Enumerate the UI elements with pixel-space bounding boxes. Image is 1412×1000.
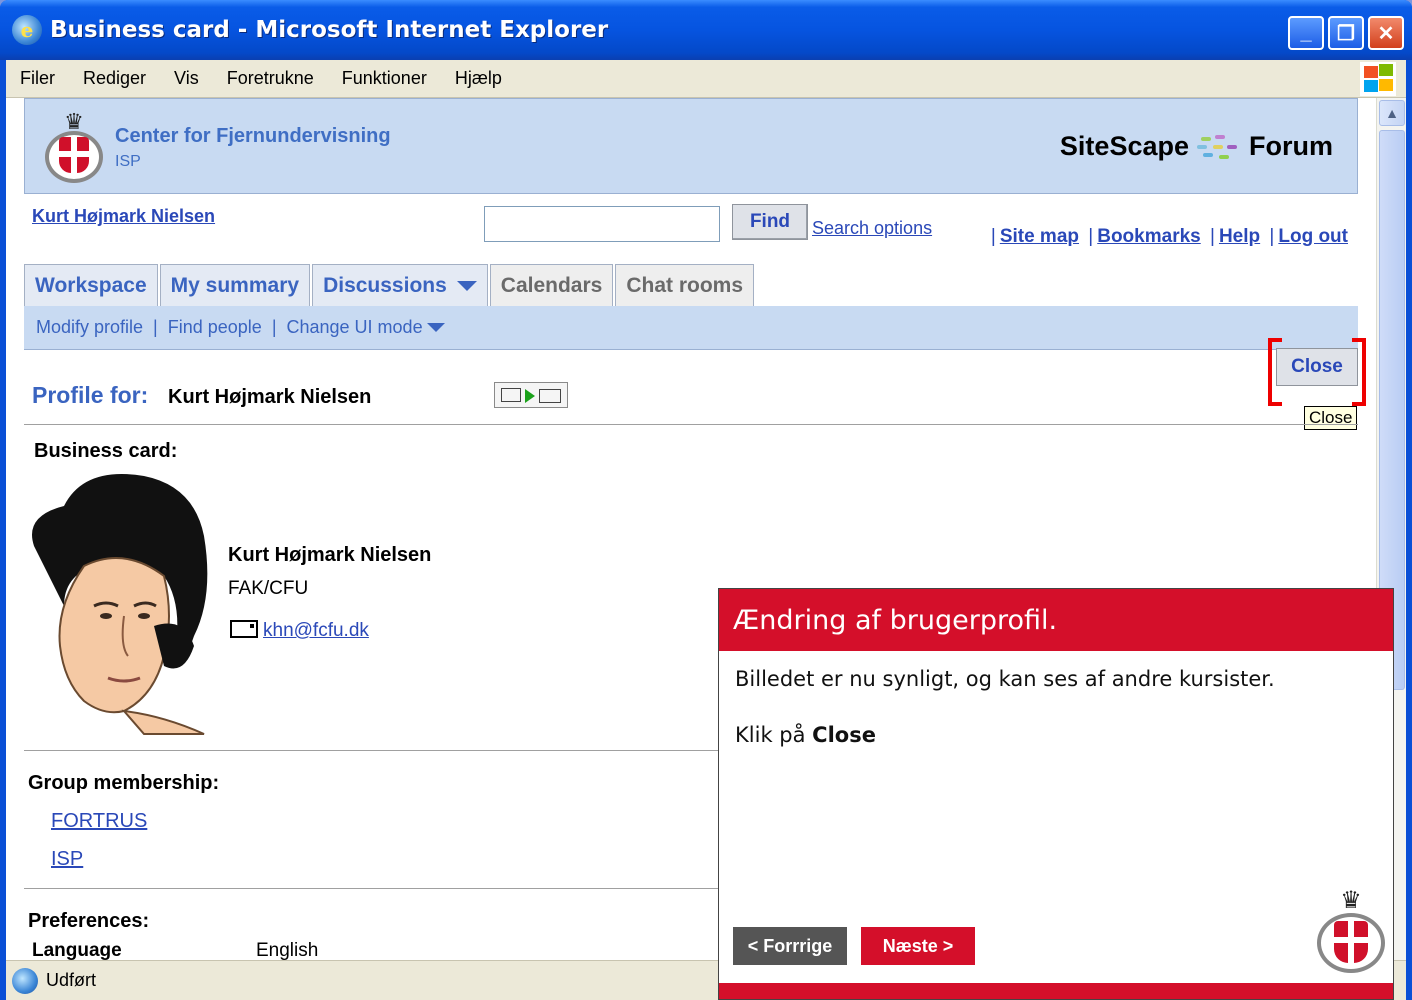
menu-tools[interactable]: Funktioner: [342, 68, 427, 89]
brand-left: SiteScape: [1059, 131, 1189, 161]
modify-profile-link[interactable]: Modify profile: [36, 317, 143, 338]
site-banner: ♛ Center for Fjernundervisning ISP SiteS…: [24, 98, 1358, 194]
find-button[interactable]: Find: [732, 204, 808, 240]
vcard-export-icon[interactable]: [494, 382, 568, 408]
log-out-link[interactable]: Log out: [1278, 226, 1348, 247]
sitescape-dots-icon: [1195, 133, 1243, 161]
tutorial-panel: Ændring af brugerprofil. Billedet er nu …: [718, 588, 1394, 1000]
menu-bar: Filer Rediger Vis Foretrukne Funktioner …: [6, 60, 1406, 98]
profile-portrait: [32, 474, 208, 735]
page-status-icon: [12, 967, 38, 994]
org-subtitle[interactable]: ISP: [115, 153, 141, 171]
main-tabs: Workspace My summary Discussions Calenda…: [24, 264, 756, 306]
close-tooltip: Close: [1304, 406, 1358, 430]
tutorial-footer-bar: [719, 983, 1393, 999]
site-map-link[interactable]: Site map: [1000, 226, 1079, 247]
status-text: Udført: [46, 970, 97, 990]
instruction-target: Close: [812, 723, 876, 747]
user-name-link[interactable]: Kurt Højmark Nielsen: [32, 206, 215, 227]
tab-label: My summary: [170, 273, 300, 297]
instruction-prefix: Klik på: [735, 723, 813, 747]
previous-button[interactable]: < Forrrige: [733, 927, 847, 965]
menu-edit[interactable]: Rediger: [83, 68, 146, 89]
bookmarks-link[interactable]: Bookmarks: [1097, 226, 1201, 247]
tab-calendars[interactable]: Calendars: [489, 264, 614, 306]
tab-chat-rooms[interactable]: Chat rooms: [615, 264, 755, 306]
menu-favorites[interactable]: Foretrukne: [227, 68, 314, 89]
menu-help[interactable]: Hjælp: [455, 68, 502, 89]
card-email-link[interactable]: khn@fcfu.dk: [263, 620, 369, 642]
top-links: | Site map | Bookmarks | Help | Log out: [990, 226, 1348, 247]
windows-flag-icon: [1360, 62, 1396, 96]
brand-right: Forum: [1249, 131, 1333, 161]
close-highlight: Close: [1268, 338, 1366, 406]
window-title: Business card - Microsoft Internet Explo…: [50, 17, 609, 43]
preference-value: English: [256, 940, 319, 960]
minimize-button[interactable]: _: [1288, 16, 1324, 50]
browser-window: e Business card - Microsoft Internet Exp…: [0, 0, 1412, 1000]
card-organization: FAK/CFU: [228, 578, 309, 599]
ie-logo-icon: e: [12, 15, 42, 45]
sitescape-logo: SiteScape Forum: [1060, 131, 1333, 162]
profile-name: Kurt Højmark Nielsen: [168, 386, 372, 408]
profile-title: Profile for:: [32, 382, 149, 408]
scroll-up-icon[interactable]: ▲: [1379, 100, 1405, 126]
tutorial-instruction: Klik på Close: [735, 723, 876, 747]
crown-crest-icon: ♛: [1317, 889, 1385, 975]
tab-label: Calendars: [500, 273, 603, 297]
window-controls: _ ❐ ✕: [1288, 16, 1404, 50]
tab-label: Chat rooms: [626, 273, 744, 297]
preferences-label: Preferences:: [28, 910, 150, 932]
preference-key: Language: [32, 940, 122, 960]
divider: [24, 424, 1358, 425]
email-icon: [230, 620, 258, 638]
tutorial-title: Ændring af brugerprofil.: [719, 589, 1393, 651]
menu-view[interactable]: Vis: [174, 68, 199, 89]
business-card-label: Business card:: [34, 440, 178, 462]
tutorial-text: Billedet er nu synligt, og kan ses af an…: [735, 667, 1275, 691]
search-options-link[interactable]: Search options: [812, 218, 932, 239]
group-membership-label: Group membership:: [28, 772, 220, 794]
group-link-fortrus[interactable]: FORTRUS: [51, 810, 147, 833]
card-name: Kurt Højmark Nielsen: [228, 544, 432, 566]
search-input[interactable]: [484, 206, 720, 242]
title-bar: e Business card - Microsoft Internet Exp…: [0, 0, 1412, 60]
tab-label: Workspace: [35, 273, 147, 297]
menu-file[interactable]: Filer: [20, 68, 55, 89]
tab-my-summary[interactable]: My summary: [159, 264, 311, 306]
tab-discussions[interactable]: Discussions: [312, 264, 488, 306]
maximize-button[interactable]: ❐: [1328, 16, 1364, 50]
chevron-down-icon: [426, 323, 445, 332]
chevron-down-icon: [456, 280, 477, 291]
find-people-link[interactable]: Find people: [168, 317, 262, 338]
crown-crest-icon: ♛: [45, 111, 103, 183]
close-button[interactable]: Close: [1276, 348, 1358, 386]
group-link-isp[interactable]: ISP: [51, 848, 83, 871]
change-ui-mode-link[interactable]: Change UI mode: [287, 317, 423, 338]
org-name[interactable]: Center for Fjernundervisning: [115, 125, 391, 148]
sub-navigation: Modify profile | Find people | Change UI…: [24, 306, 1358, 350]
tab-workspace[interactable]: Workspace: [24, 264, 158, 306]
help-link[interactable]: Help: [1219, 226, 1260, 247]
window-close-button[interactable]: ✕: [1368, 16, 1404, 50]
tab-label: Discussions: [323, 273, 447, 297]
next-button[interactable]: Næste >: [861, 927, 975, 965]
